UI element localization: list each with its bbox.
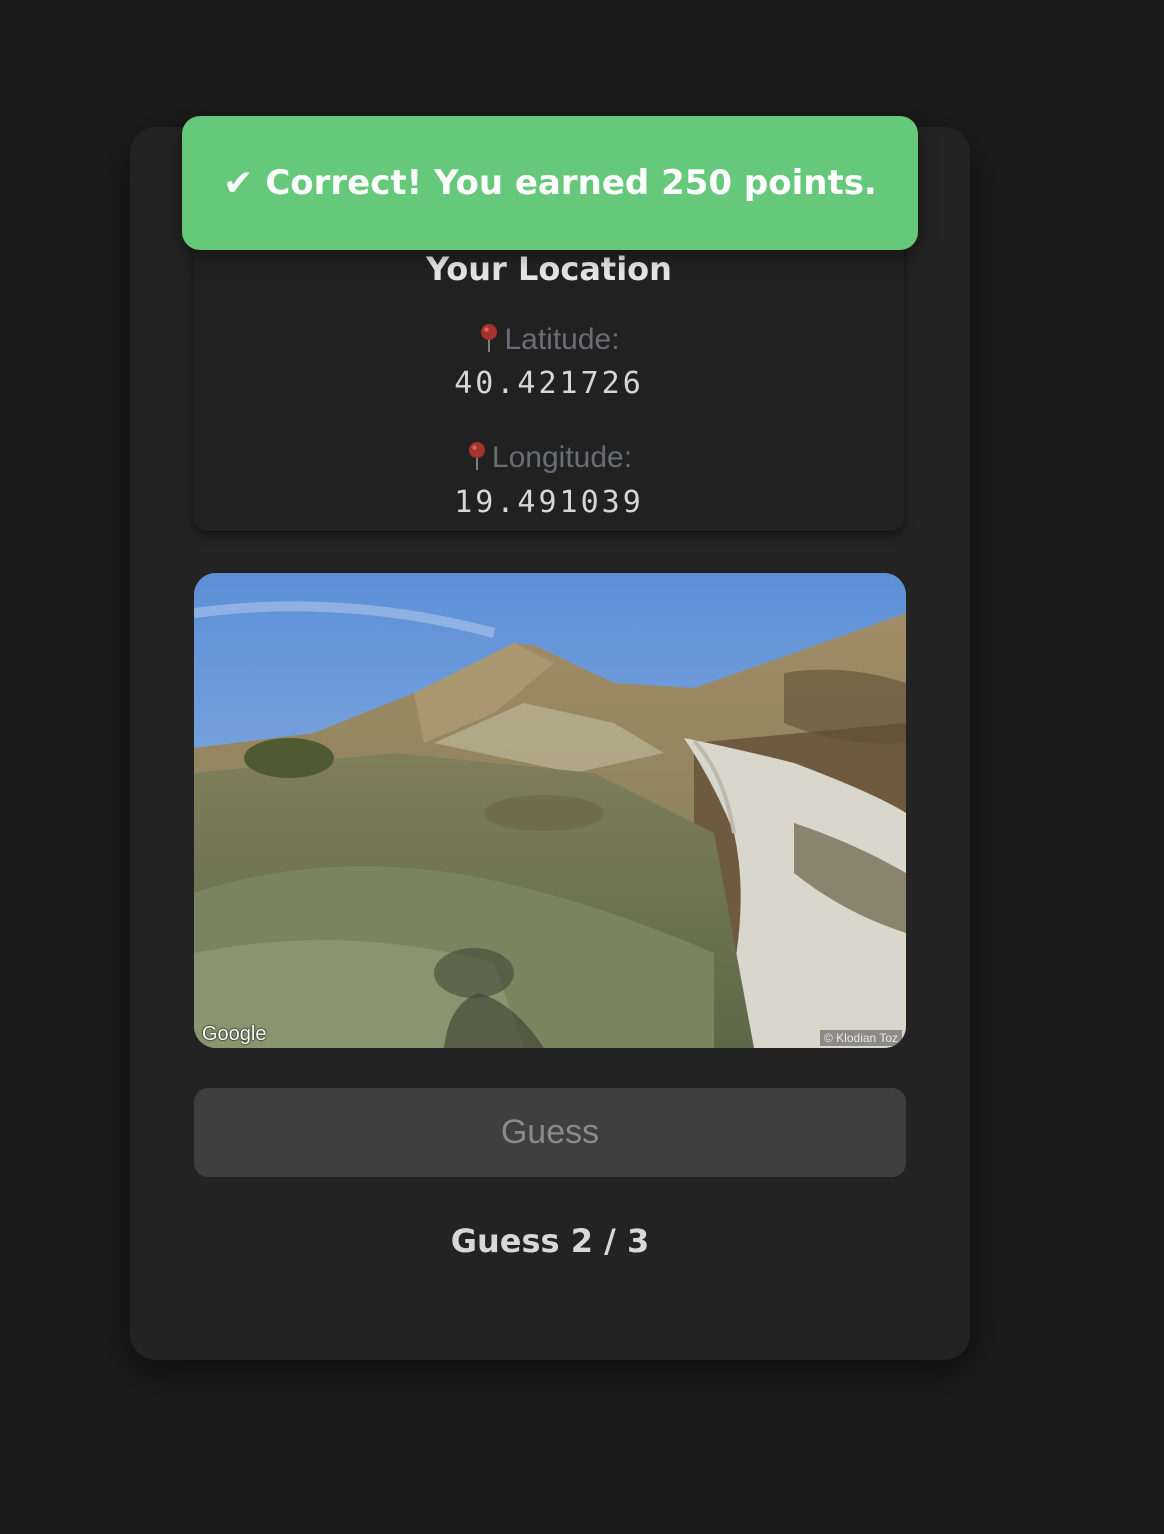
longitude-label: Longitude: [491, 441, 633, 474]
latitude-label: Latitude: [504, 323, 620, 356]
latitude-label-row: Latitude: [194, 322, 904, 358]
success-toast: ✔ Correct! You earned 250 points. [182, 116, 918, 250]
street-view-image[interactable]: Google © Klodian Toz [194, 573, 906, 1048]
location-title: Your Location [426, 250, 672, 288]
street-view-scene [194, 573, 906, 1048]
checkmark-icon: ✔ [223, 162, 254, 204]
map-pin-icon [466, 441, 488, 471]
page: Your Location Latitude: 40.421726 Longit… [0, 0, 1164, 1534]
latitude-value: 40.421726 [454, 366, 644, 401]
map-pin-icon [478, 323, 500, 353]
toast-message: Correct! You earned 250 points. [265, 163, 877, 203]
game-card: Your Location Latitude: 40.421726 Longit… [130, 127, 970, 1360]
guess-button[interactable]: Guess [194, 1088, 906, 1177]
guess-counter: Guess 2 / 3 [450, 1222, 650, 1260]
photo-credit: © Klodian Toz [820, 1030, 902, 1046]
longitude-label-row: Longitude: [194, 440, 904, 476]
google-logo: Google [202, 1023, 267, 1045]
longitude-value: 19.491039 [454, 485, 644, 520]
